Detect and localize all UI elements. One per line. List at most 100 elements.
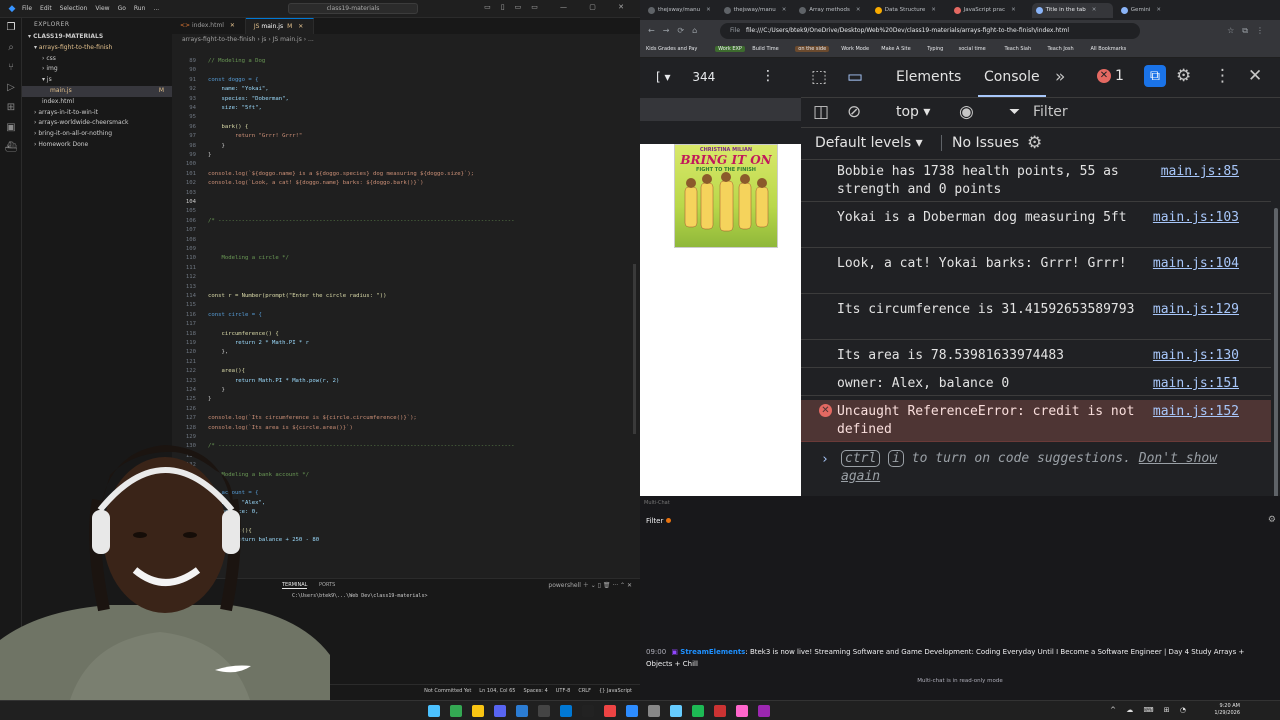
bookmark-item[interactable]: on the side — [795, 46, 830, 52]
bookmark-item[interactable]: Work EXP — [715, 46, 745, 52]
chat-settings-gear-icon[interactable]: ⚙ — [1268, 515, 1276, 525]
bookmark-item[interactable]: Work Mode — [841, 46, 869, 52]
address-bar[interactable]: File file:///C:/Users/btek9/OneDrive/Des… — [720, 23, 1140, 39]
close-tab-icon[interactable]: ✕ — [1011, 7, 1016, 13]
bookmark-item[interactable]: social time — [959, 46, 986, 52]
menu-item[interactable]: Selection — [60, 5, 88, 12]
code-line[interactable]: const r = Number(prompt("Enter the circl… — [208, 293, 387, 299]
browser-tab[interactable]: Title in the tab ✕ — [1031, 3, 1113, 18]
chat-message-user[interactable]: StreamElements — [680, 648, 745, 656]
console-source-link[interactable]: main.js:151 — [1153, 375, 1239, 393]
explorer-icon[interactable] — [472, 705, 484, 717]
live-expression-eye-icon[interactable]: ◉ — [959, 102, 974, 122]
console-prompt[interactable]: › ctrl i to turn on code suggestions. Don… — [801, 450, 1280, 490]
app-icon[interactable] — [648, 705, 660, 717]
code-line[interactable]: }, — [208, 349, 228, 355]
context-selector[interactable]: top ▾ — [896, 104, 930, 120]
status-item[interactable]: UTF-8 — [556, 688, 571, 694]
error-count-icon[interactable]: ✕ — [1097, 69, 1111, 83]
start-icon[interactable] — [428, 705, 440, 717]
bookmark-item[interactable]: Teach Josh — [1048, 46, 1074, 52]
file-tree-item[interactable]: › img — [22, 64, 172, 75]
navigation-buttons[interactable]: ←→⟳⌂ — [648, 26, 705, 35]
console-log-message[interactable]: Its area is 78.53981633974483 main.js:130 — [801, 344, 1271, 368]
file-tree-item[interactable]: › Homework Done — [22, 140, 172, 151]
code-line[interactable]: Modeling a circle */ — [208, 255, 288, 261]
status-item[interactable]: Spaces: 4 — [523, 688, 547, 694]
code-line[interactable]: return "Grrr! Grrr!" — [208, 133, 302, 139]
bookmark-item[interactable]: Typing — [927, 46, 943, 52]
zoom-icon[interactable] — [626, 705, 638, 717]
spotify-icon[interactable] — [692, 705, 704, 717]
remote-explorer-icon[interactable]: ▣ — [0, 118, 22, 138]
console-log-message[interactable]: Its circumference is 31.41592653589793 ma… — [801, 298, 1271, 340]
code-line[interactable]: size: "5ft", — [208, 105, 261, 111]
viewport-width-value[interactable]: 344 — [692, 70, 715, 84]
chrome-icon[interactable] — [450, 705, 462, 717]
file-tree-item[interactable]: › css — [22, 54, 172, 65]
vscode-icon[interactable] — [560, 705, 572, 717]
close-devtools-icon[interactable]: ✕ — [1248, 66, 1262, 86]
app-icon[interactable] — [714, 705, 726, 717]
browser-tab[interactable]: thejsway/manu ✕ — [720, 3, 792, 18]
close-tab-icon[interactable]: ✕ — [1092, 7, 1097, 13]
code-line[interactable]: name: "Yokai", — [208, 86, 268, 92]
obs-icon[interactable] — [582, 705, 594, 717]
bookmark-item[interactable]: Build Time — [752, 46, 778, 52]
code-line[interactable]: // Modeling a Dog — [208, 58, 265, 64]
file-tree-item[interactable]: main.js M — [22, 85, 172, 97]
file-tree-item[interactable]: › arrays-in-it-to-win-it — [22, 108, 172, 119]
tab-console[interactable]: Console — [978, 69, 1046, 97]
window-controls[interactable]: ▭▯▭▭ — ▢ ✕ — [484, 3, 634, 11]
menu-item[interactable]: View — [95, 5, 109, 12]
editor-tab[interactable]: JS main.js M ✕ — [245, 18, 315, 34]
code-line[interactable]: const doggo = { — [208, 77, 259, 83]
inspect-element-icon[interactable]: ⬚ — [811, 67, 827, 87]
status-item[interactable]: Ln 104, Col 65 — [479, 688, 515, 694]
browser-tab[interactable]: Array methods ✕ — [795, 3, 867, 18]
console-log-message[interactable]: Yokai is a Doberman dog measuring 5ft mai… — [801, 206, 1271, 248]
console-source-link[interactable]: main.js:130 — [1153, 347, 1239, 365]
code-line[interactable]: console.log(`Its area is ${circle.area()… — [208, 425, 353, 431]
console-source-link[interactable]: main.js:104 — [1153, 255, 1239, 273]
source-control-icon[interactable]: ⑂ — [0, 58, 22, 78]
app-icon[interactable] — [758, 705, 770, 717]
console-filter-input[interactable]: ⏷ Filter — [1009, 102, 1269, 124]
close-tab-icon[interactable]: ✕ — [228, 22, 235, 29]
device-toggle-icon[interactable]: ▭ — [847, 67, 863, 87]
code-line[interactable]: area(){ — [208, 368, 245, 374]
system-tray-icons[interactable]: ^ ☁ ⌨ ⊞ ◔ — [1110, 706, 1190, 714]
browser-tab[interactable]: JavaScript prac ✕ — [950, 3, 1028, 18]
close-tab-icon[interactable]: ✕ — [296, 23, 303, 30]
terminal-shell-label[interactable]: powershell — [548, 582, 581, 589]
chat-filter-button[interactable]: Filter — [646, 517, 672, 525]
discord-icon[interactable] — [494, 705, 506, 717]
taskbar-clock[interactable]: 9:20 AM 1/29/2026 — [1214, 703, 1240, 717]
bookmark-item[interactable]: All Bookmarks — [1091, 46, 1127, 52]
code-line[interactable]: console.log(`Its circumference is ${circ… — [208, 415, 417, 421]
terminal-icon[interactable] — [538, 705, 550, 717]
code-line[interactable]: circumference() { — [208, 331, 278, 337]
more-tabs-icon[interactable]: » — [1055, 67, 1065, 87]
bookmark-item[interactable]: Teach Siah — [1005, 46, 1032, 52]
code-line[interactable]: bark() { — [208, 124, 248, 130]
docker-icon[interactable]: ⛴ — [0, 138, 22, 158]
console-settings-icon[interactable]: ⚙ — [1027, 133, 1042, 153]
menu-item[interactable]: File — [22, 5, 32, 12]
command-center-search[interactable]: class19-materials — [288, 3, 418, 14]
run-debug-icon[interactable]: ▷ — [0, 78, 22, 98]
close-tab-icon[interactable]: ✕ — [856, 7, 861, 13]
browser-tab[interactable]: Gemini ✕ — [1117, 3, 1166, 18]
search-icon[interactable]: ⌕ — [0, 38, 22, 58]
close-tab-icon[interactable]: ✕ — [931, 7, 936, 13]
console-source-link[interactable]: main.js:85 — [1161, 163, 1239, 181]
console-error-message[interactable]: ✕ Uncaught ReferenceError: credit is not … — [801, 400, 1271, 442]
status-item[interactable]: Not Committed Yet — [424, 688, 471, 694]
status-item[interactable]: {} JavaScript — [599, 688, 632, 694]
code-line[interactable]: console.log(`Look, a cat! ${doggo.name} … — [208, 180, 424, 186]
viewport-dimensions[interactable]: [ ▾ 344 — [656, 70, 715, 84]
console-log-message[interactable]: Bobbie has 1738 health points, 55 as str… — [801, 160, 1271, 202]
code-line[interactable]: const circle = { — [208, 312, 262, 318]
code-line[interactable]: species: "Doberman", — [208, 96, 288, 102]
code-line[interactable]: console.log(`${doggo.name} is a ${doggo.… — [208, 171, 474, 177]
